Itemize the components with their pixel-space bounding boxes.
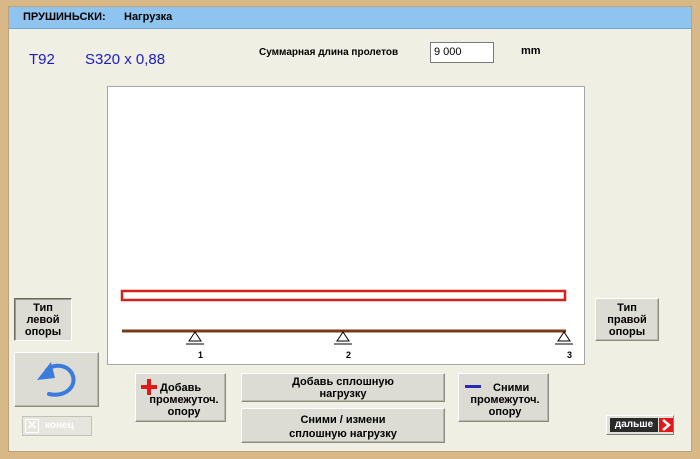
span-length-input[interactable]: 9 000 (430, 42, 494, 63)
add-plus-icon (141, 379, 157, 395)
left-support-line1: Тип (33, 302, 53, 314)
undo-button[interactable] (14, 352, 99, 407)
add-support-line3: опору (167, 406, 201, 418)
remove-support-line2: промежуточ. (470, 394, 540, 406)
support-3-label: 3 (567, 350, 573, 360)
right-support-line3: опоры (608, 326, 646, 338)
close-x-icon: ✕ (25, 418, 39, 433)
add-distributed-load-button[interactable]: Добавь сплошную нагрузку (241, 373, 445, 402)
edit-load-line1: Сними / измени (300, 414, 386, 426)
remove-intermediate-support-button[interactable]: Сними промежуточ. опору (458, 373, 549, 422)
add-support-line2: промежуточ. (149, 394, 219, 406)
undo-arrow-icon (36, 362, 75, 397)
right-support-line1: Тип (617, 302, 637, 314)
next-arrow-icon (659, 418, 673, 432)
main-window: ПРУШИНЬСКИ: Нагрузка T92 S320 x 0,88 Сум… (8, 6, 692, 452)
title-bar: ПРУШИНЬСКИ: Нагрузка (9, 7, 691, 29)
span-length-unit: mm (521, 45, 541, 57)
distributed-load-bar[interactable] (120, 289, 567, 302)
left-support-type-button[interactable]: Тип левой опоры (14, 298, 72, 341)
span-length-value: 9 000 (434, 46, 462, 58)
right-support-type-button[interactable]: Тип правой опоры (595, 298, 659, 341)
support-3-icon[interactable] (555, 331, 573, 345)
screen-name: Нагрузка (124, 11, 173, 23)
remove-minus-icon (465, 385, 481, 388)
span-length-label: Суммарная длина пролетов (259, 47, 399, 58)
next-button[interactable]: дальше (606, 415, 674, 435)
edit-load-line2: сплошную нагрузку (289, 428, 397, 440)
beam-canvas[interactable]: 1 2 3 (107, 86, 585, 365)
left-support-line3: опоры (24, 326, 62, 338)
section-label: S320 x 0,88 (85, 51, 166, 68)
add-load-line2: нагрузку (319, 388, 367, 400)
profile-code: T92 (29, 51, 55, 68)
end-label: конец (45, 420, 74, 431)
left-support-line2: левой (26, 314, 60, 326)
remove-support-line3: опору (488, 406, 522, 418)
next-label: дальше (610, 418, 658, 432)
edit-distributed-load-button[interactable]: Сними / измени сплошную нагрузку (241, 408, 445, 443)
support-1-label: 1 (198, 350, 204, 360)
end-button[interactable]: ✕ конец (22, 416, 92, 436)
add-load-line1: Добавь сплошную (292, 376, 394, 388)
beam-diagram (120, 289, 573, 345)
support-2-icon[interactable] (334, 331, 352, 345)
app-name: ПРУШИНЬСКИ: (23, 11, 106, 23)
add-support-line1: Добавь (160, 382, 202, 394)
right-support-line2: правой (607, 314, 647, 326)
add-intermediate-support-button[interactable]: Добавь промежуточ. опору (135, 373, 226, 422)
support-2-label: 2 (346, 350, 352, 360)
support-1-icon[interactable] (186, 331, 204, 345)
remove-support-line1: Сними (493, 382, 530, 394)
